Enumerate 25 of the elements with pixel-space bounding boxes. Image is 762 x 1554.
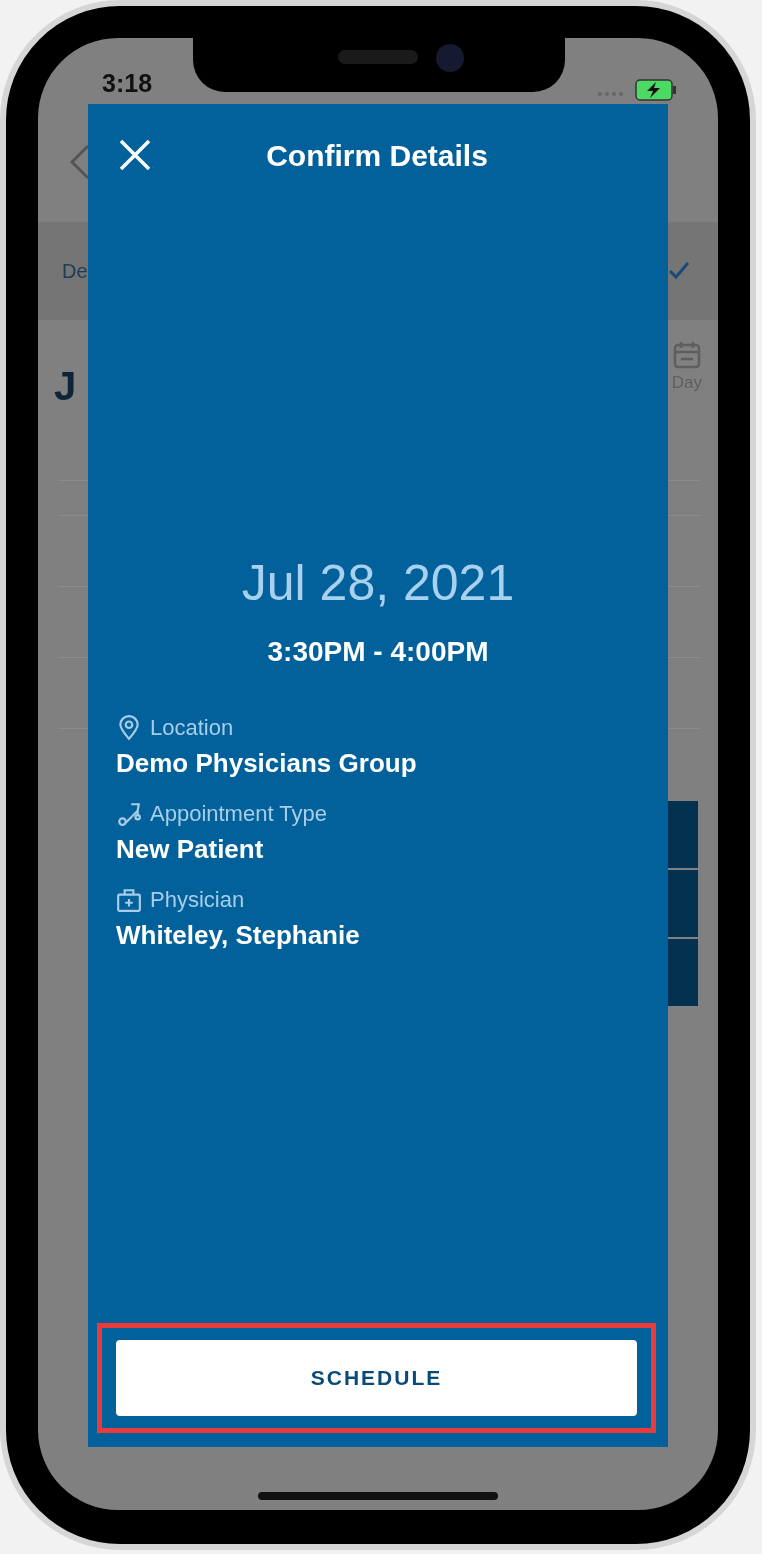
stethoscope-icon xyxy=(116,800,142,827)
schedule-button[interactable]: SCHEDULE xyxy=(116,1340,637,1416)
status-time: 3:18 xyxy=(102,67,153,99)
tab-label: De xyxy=(62,259,88,284)
detail-value: Demo Physicians Group xyxy=(116,747,418,780)
heading: J xyxy=(54,363,77,410)
list-block xyxy=(668,801,698,868)
list-block xyxy=(668,870,698,937)
calendar-icon[interactable] xyxy=(671,340,702,370)
dialog-title: Confirm Details xyxy=(265,137,489,174)
location-pin-icon xyxy=(116,714,142,741)
camera-icon xyxy=(436,44,464,72)
appointment-time: 3:30PM - 4:00PM xyxy=(266,635,490,669)
detail-label: Location xyxy=(150,714,234,742)
detail-label: Appointment Type xyxy=(150,800,327,828)
detail-label: Physician xyxy=(150,886,245,914)
detail-value: New Patient xyxy=(116,833,265,866)
close-icon[interactable] xyxy=(118,138,152,172)
check-icon xyxy=(668,261,690,281)
appointment-date: Jul 28, 2021 xyxy=(240,554,516,613)
detail-value: Whiteley, Stephanie xyxy=(116,919,361,952)
speaker-icon xyxy=(338,50,418,64)
medical-case-icon xyxy=(116,886,142,913)
battery-charging-icon xyxy=(598,76,678,102)
list-block xyxy=(668,939,698,1006)
